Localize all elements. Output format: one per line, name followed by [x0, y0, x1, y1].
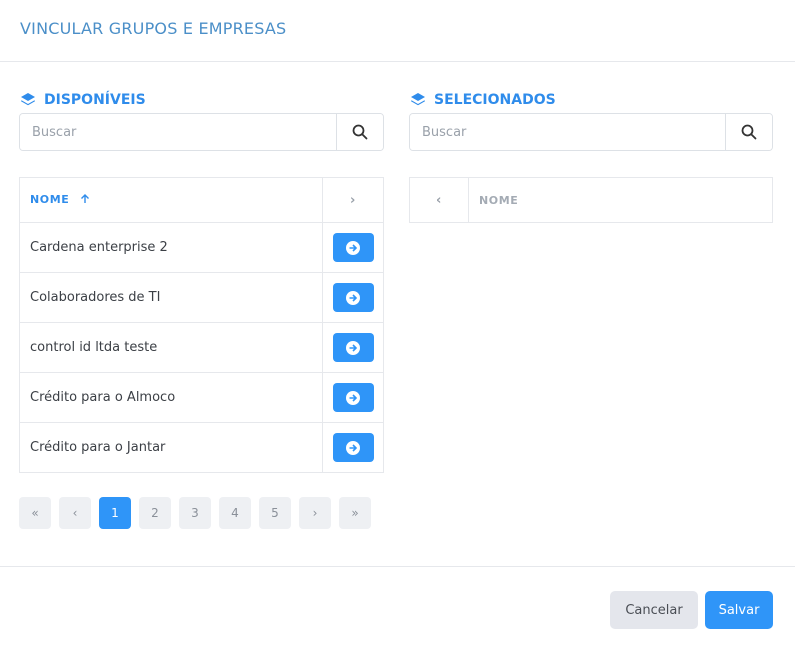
page-button-4[interactable]: 4	[219, 497, 251, 529]
layers-icon	[409, 91, 427, 109]
available-search-button[interactable]	[336, 114, 383, 150]
move-right-button[interactable]	[332, 233, 374, 262]
column-header-name-label: NOME	[30, 193, 70, 207]
move-right-button[interactable]	[332, 383, 374, 412]
page-button-1[interactable]: 1	[99, 497, 131, 529]
prev-page-button[interactable]: ‹	[59, 497, 91, 529]
last-page-button[interactable]: »	[339, 497, 371, 529]
move-all-right-button[interactable]: ›	[322, 177, 384, 223]
move-right-button[interactable]	[332, 333, 374, 362]
save-button[interactable]: Salvar	[705, 591, 773, 629]
next-page-button[interactable]: ›	[299, 497, 331, 529]
search-icon	[352, 124, 368, 140]
column-header-name-label: NOME	[479, 193, 519, 207]
selected-table: ‹ NOME	[409, 177, 773, 223]
selected-title-label: SELECIONADOS	[434, 92, 556, 108]
arrow-right-circle-icon	[346, 440, 360, 455]
selected-search-input[interactable]	[410, 114, 725, 150]
arrow-right-circle-icon	[346, 390, 360, 405]
selected-search-button[interactable]	[725, 114, 772, 150]
available-table: NOME › Cardena enterprise 2 Colaboradore…	[19, 177, 384, 473]
arrow-right-circle-icon	[346, 340, 360, 355]
column-header-name[interactable]: NOME	[468, 177, 773, 223]
dialog-header: VINCULAR GRUPOS E EMPRESAS	[0, 0, 795, 62]
move-right-button[interactable]	[332, 433, 374, 462]
first-page-button[interactable]: «	[19, 497, 51, 529]
page-button-2[interactable]: 2	[139, 497, 171, 529]
row-name: control id ltda teste	[19, 322, 323, 373]
pagination: « ‹ 1 2 3 4 5 › »	[19, 497, 371, 529]
column-header-name[interactable]: NOME	[19, 177, 323, 223]
arrow-right-circle-icon	[346, 290, 360, 305]
page-button-3[interactable]: 3	[179, 497, 211, 529]
table-row: Colaboradores de TI	[19, 272, 384, 323]
page-button-5[interactable]: 5	[259, 497, 291, 529]
selected-search	[409, 113, 773, 151]
sort-asc-icon	[80, 193, 90, 207]
available-panel: DISPONÍVEIS NOME › Cardena ente	[19, 88, 384, 473]
table-row: control id ltda teste	[19, 322, 384, 373]
layers-icon	[19, 91, 37, 109]
cancel-button[interactable]: Cancelar	[610, 591, 698, 629]
selected-panel: SELECIONADOS ‹ NOME	[409, 88, 773, 223]
move-all-left-button[interactable]: ‹	[409, 177, 469, 223]
table-row: Crédito para o Almoco	[19, 372, 384, 423]
table-row: Cardena enterprise 2	[19, 222, 384, 273]
available-title-label: DISPONÍVEIS	[44, 92, 146, 108]
row-name: Crédito para o Almoco	[19, 372, 323, 423]
move-right-button[interactable]	[332, 283, 374, 312]
double-chevron-right-icon: »	[351, 506, 359, 520]
row-name: Cardena enterprise 2	[19, 222, 323, 273]
dialog-title: VINCULAR GRUPOS E EMPRESAS	[20, 19, 287, 38]
table-row: Crédito para o Jantar	[19, 422, 384, 473]
search-icon	[741, 124, 757, 140]
double-chevron-left-icon: «	[31, 506, 39, 520]
chevron-right-icon: ›	[312, 506, 318, 520]
row-name: Colaboradores de TI	[19, 272, 323, 323]
chevron-right-icon: ›	[350, 192, 356, 208]
available-search-input[interactable]	[20, 114, 336, 150]
available-search	[19, 113, 384, 151]
chevron-left-icon: ‹	[436, 192, 442, 208]
selected-title: SELECIONADOS	[409, 88, 773, 112]
arrow-right-circle-icon	[346, 240, 360, 255]
row-name: Crédito para o Jantar	[19, 422, 323, 473]
dialog-footer: Cancelar Salvar	[0, 566, 795, 651]
available-title: DISPONÍVEIS	[19, 88, 384, 112]
chevron-left-icon: ‹	[72, 506, 78, 520]
